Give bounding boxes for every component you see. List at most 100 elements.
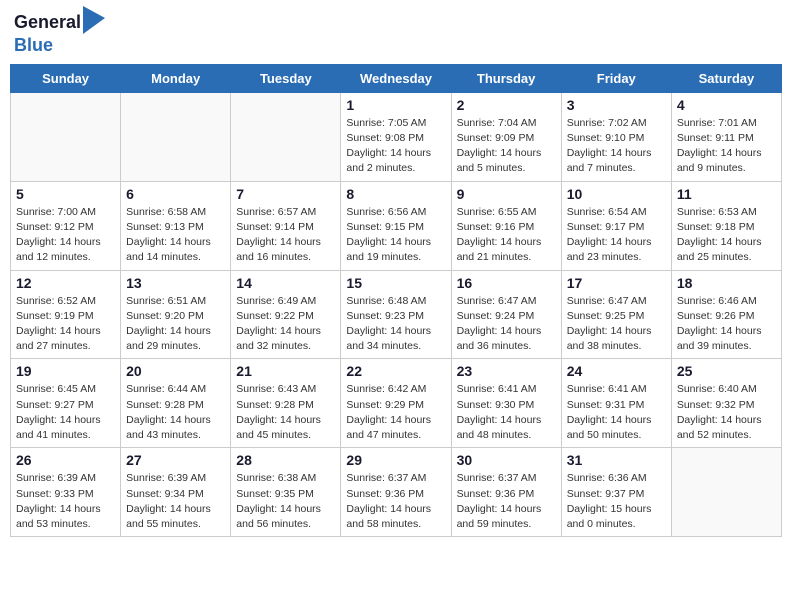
calendar-cell: 1Sunrise: 7:05 AMSunset: 9:08 PMDaylight… [341,92,451,181]
calendar-cell: 9 Sunrise: 6:55 AMSunset: 9:16 PMDaylight… [451,181,561,270]
logo-text-blue: Blue [14,36,105,56]
col-header-monday: Monday [121,64,231,92]
calendar-week-1: 1Sunrise: 7:05 AMSunset: 9:08 PMDaylight… [11,92,782,181]
day-info: Sunrise: 6:39 AMSunset: 9:34 PMDaylight:… [126,471,225,532]
calendar-cell: 3 Sunrise: 7:02 AMSunset: 9:10 PMDaylight… [561,92,671,181]
day-info: Sunrise: 6:51 AMSunset: 9:20 PMDaylight:… [126,294,225,355]
calendar-cell: 24 Sunrise: 6:41 AMSunset: 9:31 PMDayligh… [561,359,671,448]
day-info: Sunrise: 7:01 AMSunset: 9:11 PMDaylight:… [677,116,776,177]
day-number: 2 [457,97,556,113]
day-info: Sunrise: 6:58 AMSunset: 9:13 PMDaylight:… [126,205,225,266]
day-number: 11 [677,186,776,202]
calendar-cell: 26Sunrise: 6:39 AMSunset: 9:33 PMDayligh… [11,448,121,537]
day-info: Sunrise: 6:47 AMSunset: 9:24 PMDaylight:… [457,294,556,355]
col-header-wednesday: Wednesday [341,64,451,92]
day-info: Sunrise: 6:48 AMSunset: 9:23 PMDaylight:… [346,294,445,355]
calendar-cell: 27 Sunrise: 6:39 AMSunset: 9:34 PMDayligh… [121,448,231,537]
day-info: Sunrise: 6:43 AMSunset: 9:28 PMDaylight:… [236,382,335,443]
calendar-cell: 5 Sunrise: 7:00 AMSunset: 9:12 PMDaylight… [11,181,121,270]
day-info: Sunrise: 6:56 AMSunset: 9:15 PMDaylight:… [346,205,445,266]
calendar-cell: 12 Sunrise: 6:52 AMSunset: 9:19 PMDayligh… [11,270,121,359]
day-number: 10 [567,186,666,202]
day-number: 8 [346,186,445,202]
logo: General Blue [14,10,105,56]
calendar-cell: 14 Sunrise: 6:49 AMSunset: 9:22 PMDayligh… [231,270,341,359]
logo-icon [83,6,105,36]
day-info: Sunrise: 6:53 AMSunset: 9:18 PMDaylight:… [677,205,776,266]
calendar-cell: 11 Sunrise: 6:53 AMSunset: 9:18 PMDayligh… [671,181,781,270]
calendar-cell: 4 Sunrise: 7:01 AMSunset: 9:11 PMDaylight… [671,92,781,181]
day-info: Sunrise: 6:52 AMSunset: 9:19 PMDaylight:… [16,294,115,355]
calendar-week-4: 19Sunrise: 6:45 AMSunset: 9:27 PMDayligh… [11,359,782,448]
day-number: 22 [346,363,445,379]
day-info: Sunrise: 6:39 AMSunset: 9:33 PMDaylight:… [16,471,115,532]
day-number: 18 [677,275,776,291]
calendar-cell: 31Sunrise: 6:36 AMSunset: 9:37 PMDayligh… [561,448,671,537]
calendar-cell: 16 Sunrise: 6:47 AMSunset: 9:24 PMDayligh… [451,270,561,359]
calendar-cell [671,448,781,537]
day-info: Sunrise: 6:57 AMSunset: 9:14 PMDaylight:… [236,205,335,266]
calendar-cell: 19Sunrise: 6:45 AMSunset: 9:27 PMDayligh… [11,359,121,448]
day-number: 12 [16,275,115,291]
day-number: 9 [457,186,556,202]
day-number: 14 [236,275,335,291]
calendar-cell: 30 Sunrise: 6:37 AMSunset: 9:36 PMDayligh… [451,448,561,537]
calendar-cell [11,92,121,181]
page-header: General Blue [10,10,782,56]
day-info: Sunrise: 6:49 AMSunset: 9:22 PMDaylight:… [236,294,335,355]
day-info: Sunrise: 7:02 AMSunset: 9:10 PMDaylight:… [567,116,666,177]
calendar-cell: 15 Sunrise: 6:48 AMSunset: 9:23 PMDayligh… [341,270,451,359]
col-header-friday: Friday [561,64,671,92]
day-info: Sunrise: 6:37 AMSunset: 9:36 PMDaylight:… [346,471,445,532]
calendar-cell: 20 Sunrise: 6:44 AMSunset: 9:28 PMDayligh… [121,359,231,448]
day-info: Sunrise: 6:37 AMSunset: 9:36 PMDaylight:… [457,471,556,532]
day-number: 17 [567,275,666,291]
calendar-cell: 17 Sunrise: 6:47 AMSunset: 9:25 PMDayligh… [561,270,671,359]
col-header-thursday: Thursday [451,64,561,92]
calendar-cell: 22 Sunrise: 6:42 AMSunset: 9:29 PMDayligh… [341,359,451,448]
day-info: Sunrise: 7:05 AMSunset: 9:08 PMDaylight:… [346,116,445,177]
day-number: 27 [126,452,225,468]
day-number: 29 [346,452,445,468]
calendar-header-row: SundayMondayTuesdayWednesdayThursdayFrid… [11,64,782,92]
day-info: Sunrise: 6:47 AMSunset: 9:25 PMDaylight:… [567,294,666,355]
day-number: 15 [346,275,445,291]
day-number: 13 [126,275,225,291]
col-header-saturday: Saturday [671,64,781,92]
calendar-cell: 8 Sunrise: 6:56 AMSunset: 9:15 PMDaylight… [341,181,451,270]
logo-text-general: General [14,13,81,33]
day-number: 25 [677,363,776,379]
calendar-cell: 6 Sunrise: 6:58 AMSunset: 9:13 PMDaylight… [121,181,231,270]
day-number: 5 [16,186,115,202]
day-info: Sunrise: 6:41 AMSunset: 9:31 PMDaylight:… [567,382,666,443]
calendar-cell [121,92,231,181]
day-number: 30 [457,452,556,468]
day-info: Sunrise: 6:55 AMSunset: 9:16 PMDaylight:… [457,205,556,266]
day-info: Sunrise: 6:36 AMSunset: 9:37 PMDaylight:… [567,471,666,532]
calendar-cell: 13 Sunrise: 6:51 AMSunset: 9:20 PMDayligh… [121,270,231,359]
calendar-cell: 7Sunrise: 6:57 AMSunset: 9:14 PMDaylight… [231,181,341,270]
calendar-week-3: 12 Sunrise: 6:52 AMSunset: 9:19 PMDayligh… [11,270,782,359]
day-number: 24 [567,363,666,379]
day-number: 20 [126,363,225,379]
calendar-cell [231,92,341,181]
calendar-cell: 10 Sunrise: 6:54 AMSunset: 9:17 PMDayligh… [561,181,671,270]
day-number: 21 [236,363,335,379]
day-info: Sunrise: 6:54 AMSunset: 9:17 PMDaylight:… [567,205,666,266]
col-header-sunday: Sunday [11,64,121,92]
day-info: Sunrise: 6:44 AMSunset: 9:28 PMDaylight:… [126,382,225,443]
day-number: 6 [126,186,225,202]
day-info: Sunrise: 6:46 AMSunset: 9:26 PMDaylight:… [677,294,776,355]
day-info: Sunrise: 6:42 AMSunset: 9:29 PMDaylight:… [346,382,445,443]
calendar-table: SundayMondayTuesdayWednesdayThursdayFrid… [10,64,782,537]
day-number: 4 [677,97,776,113]
day-number: 16 [457,275,556,291]
day-info: Sunrise: 6:45 AMSunset: 9:27 PMDaylight:… [16,382,115,443]
day-info: Sunrise: 7:04 AMSunset: 9:09 PMDaylight:… [457,116,556,177]
day-info: Sunrise: 6:38 AMSunset: 9:35 PMDaylight:… [236,471,335,532]
calendar-cell: 18 Sunrise: 6:46 AMSunset: 9:26 PMDayligh… [671,270,781,359]
day-number: 3 [567,97,666,113]
day-info: Sunrise: 7:00 AMSunset: 9:12 PMDaylight:… [16,205,115,266]
calendar-cell: 29 Sunrise: 6:37 AMSunset: 9:36 PMDayligh… [341,448,451,537]
col-header-tuesday: Tuesday [231,64,341,92]
